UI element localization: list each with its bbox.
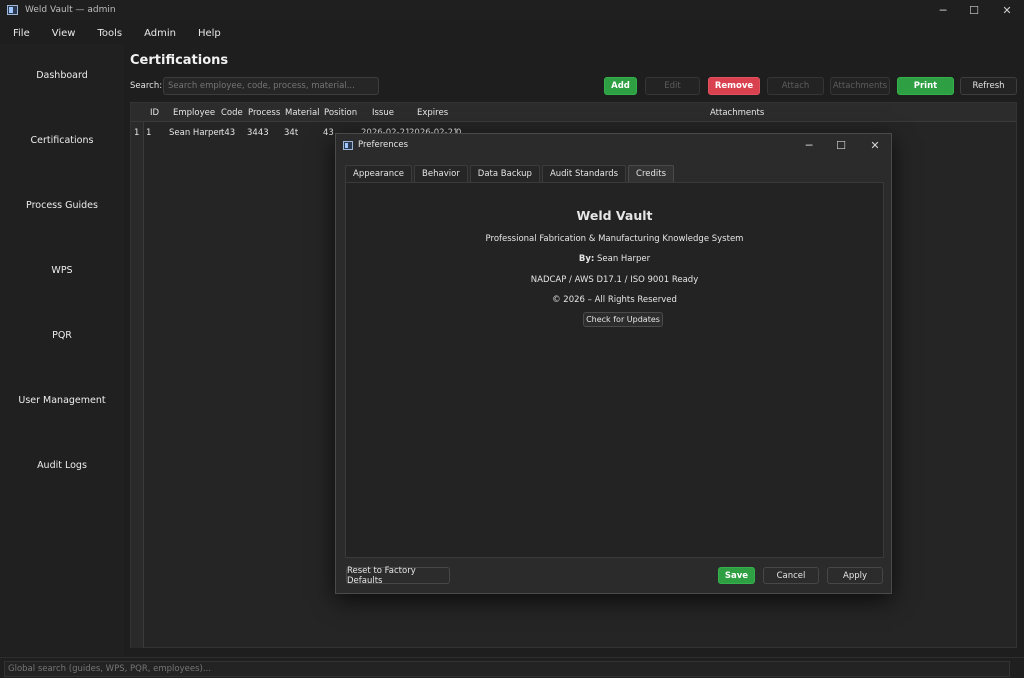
tab-credits[interactable]: Credits: [628, 165, 675, 182]
cell-code: t43: [221, 128, 236, 138]
column-header-issue[interactable]: Issue: [372, 108, 394, 118]
sidebar-item-user-management[interactable]: User Management: [0, 395, 124, 406]
column-header-expires[interactable]: Expires: [417, 108, 448, 118]
column-header-process[interactable]: Process: [248, 108, 280, 118]
menu-admin[interactable]: Admin: [131, 28, 185, 39]
cell-process: 3443: [247, 128, 269, 138]
close-icon[interactable]: ✕: [990, 0, 1024, 20]
credits-standards: NADCAP / AWS D17.1 / ISO 9001 Ready: [530, 275, 699, 285]
reset-factory-defaults-button[interactable]: Reset to Factory Defaults: [346, 566, 450, 586]
page-title: Certifications: [130, 53, 229, 68]
print-button[interactable]: Print: [897, 77, 954, 95]
column-header-material[interactable]: Material: [285, 108, 320, 118]
credits-by-name: Sean Harper: [596, 254, 651, 264]
column-header-id[interactable]: ID: [150, 108, 159, 118]
credits-copyright: © 2026 – All Rights Reserved: [552, 295, 677, 305]
sidebar-item-pqr[interactable]: PQR: [0, 330, 124, 341]
sidebar-item-wps[interactable]: WPS: [0, 265, 124, 276]
row-number-gutter: [131, 122, 144, 648]
credits-by-label: By:: [578, 254, 595, 264]
global-search-input[interactable]: [4, 661, 1010, 677]
apply-button[interactable]: Apply: [827, 567, 883, 584]
menu-help[interactable]: Help: [185, 28, 230, 39]
menu-view[interactable]: View: [39, 28, 85, 39]
sidebar-item-audit-logs[interactable]: Audit Logs: [0, 460, 124, 471]
dialog-minimize-icon[interactable]: ─: [798, 137, 820, 153]
dialog-title: Preferences: [358, 140, 408, 150]
preferences-tabs: Appearance Behavior Data Backup Audit St…: [345, 165, 676, 182]
cell-employee: Sean Harper: [169, 128, 223, 138]
tab-appearance[interactable]: Appearance: [345, 165, 413, 182]
column-header-attachments[interactable]: Attachments: [710, 108, 764, 118]
sidebar-item-certifications[interactable]: Certifications: [0, 135, 124, 146]
search-input[interactable]: [163, 77, 379, 95]
cell-material: 34t: [284, 128, 299, 138]
app-icon: [7, 5, 18, 15]
column-header-position[interactable]: Position: [324, 108, 357, 118]
credits-author: By: Sean Harper: [346, 254, 883, 264]
credits-panel: Weld Vault Professional Fabrication & Ma…: [345, 182, 884, 558]
attachments-button[interactable]: Attachments: [830, 77, 890, 95]
edit-button[interactable]: Edit: [645, 77, 700, 95]
credits-subtitle: Professional Fabrication & Manufacturing…: [485, 234, 744, 244]
refresh-button[interactable]: Refresh: [960, 77, 1017, 95]
dialog-maximize-icon[interactable]: ☐: [830, 137, 852, 153]
status-bar: [0, 657, 1024, 678]
preferences-dialog: Preferences ─ ☐ ✕ Appearance Behavior Da…: [335, 133, 892, 594]
cell-id: 1: [146, 128, 152, 138]
sidebar-item-process-guides[interactable]: Process Guides: [0, 200, 124, 211]
tab-audit-standards[interactable]: Audit Standards: [541, 165, 627, 182]
search-label: Search:: [130, 81, 163, 91]
preferences-window-icon: [343, 140, 353, 150]
menu-tools[interactable]: Tools: [84, 28, 131, 39]
cancel-button[interactable]: Cancel: [763, 567, 819, 584]
menu-bar: File View Tools Admin Help: [0, 22, 1024, 44]
dialog-close-icon[interactable]: ✕: [864, 137, 886, 153]
attach-button[interactable]: Attach: [767, 77, 824, 95]
maximize-icon[interactable]: ☐: [957, 0, 991, 20]
title-bar: Weld Vault — admin ─ ☐ ✕: [0, 0, 1024, 20]
check-for-updates-button[interactable]: Check for Updates: [583, 312, 663, 327]
credits-app-name: Weld Vault: [576, 208, 653, 223]
menu-file[interactable]: File: [0, 28, 39, 39]
column-header-employee[interactable]: Employee: [173, 108, 215, 118]
cell-position: 43: [323, 128, 334, 138]
save-button[interactable]: Save: [718, 567, 755, 584]
sidebar: Dashboard Certifications Process Guides …: [0, 44, 124, 656]
dialog-title-bar: Preferences ─ ☐ ✕: [336, 134, 891, 156]
tab-data-backup[interactable]: Data Backup: [469, 165, 540, 182]
remove-button[interactable]: Remove: [708, 77, 760, 95]
column-header-code[interactable]: Code: [221, 108, 243, 118]
tab-behavior[interactable]: Behavior: [414, 165, 468, 182]
table-header: ID Employee Code Process Material Positi…: [131, 103, 1016, 122]
minimize-icon[interactable]: ─: [926, 0, 960, 20]
add-button[interactable]: Add: [604, 77, 637, 95]
window-title: Weld Vault — admin: [25, 5, 116, 15]
sidebar-item-dashboard[interactable]: Dashboard: [0, 70, 124, 81]
row-number: 1: [134, 128, 140, 138]
